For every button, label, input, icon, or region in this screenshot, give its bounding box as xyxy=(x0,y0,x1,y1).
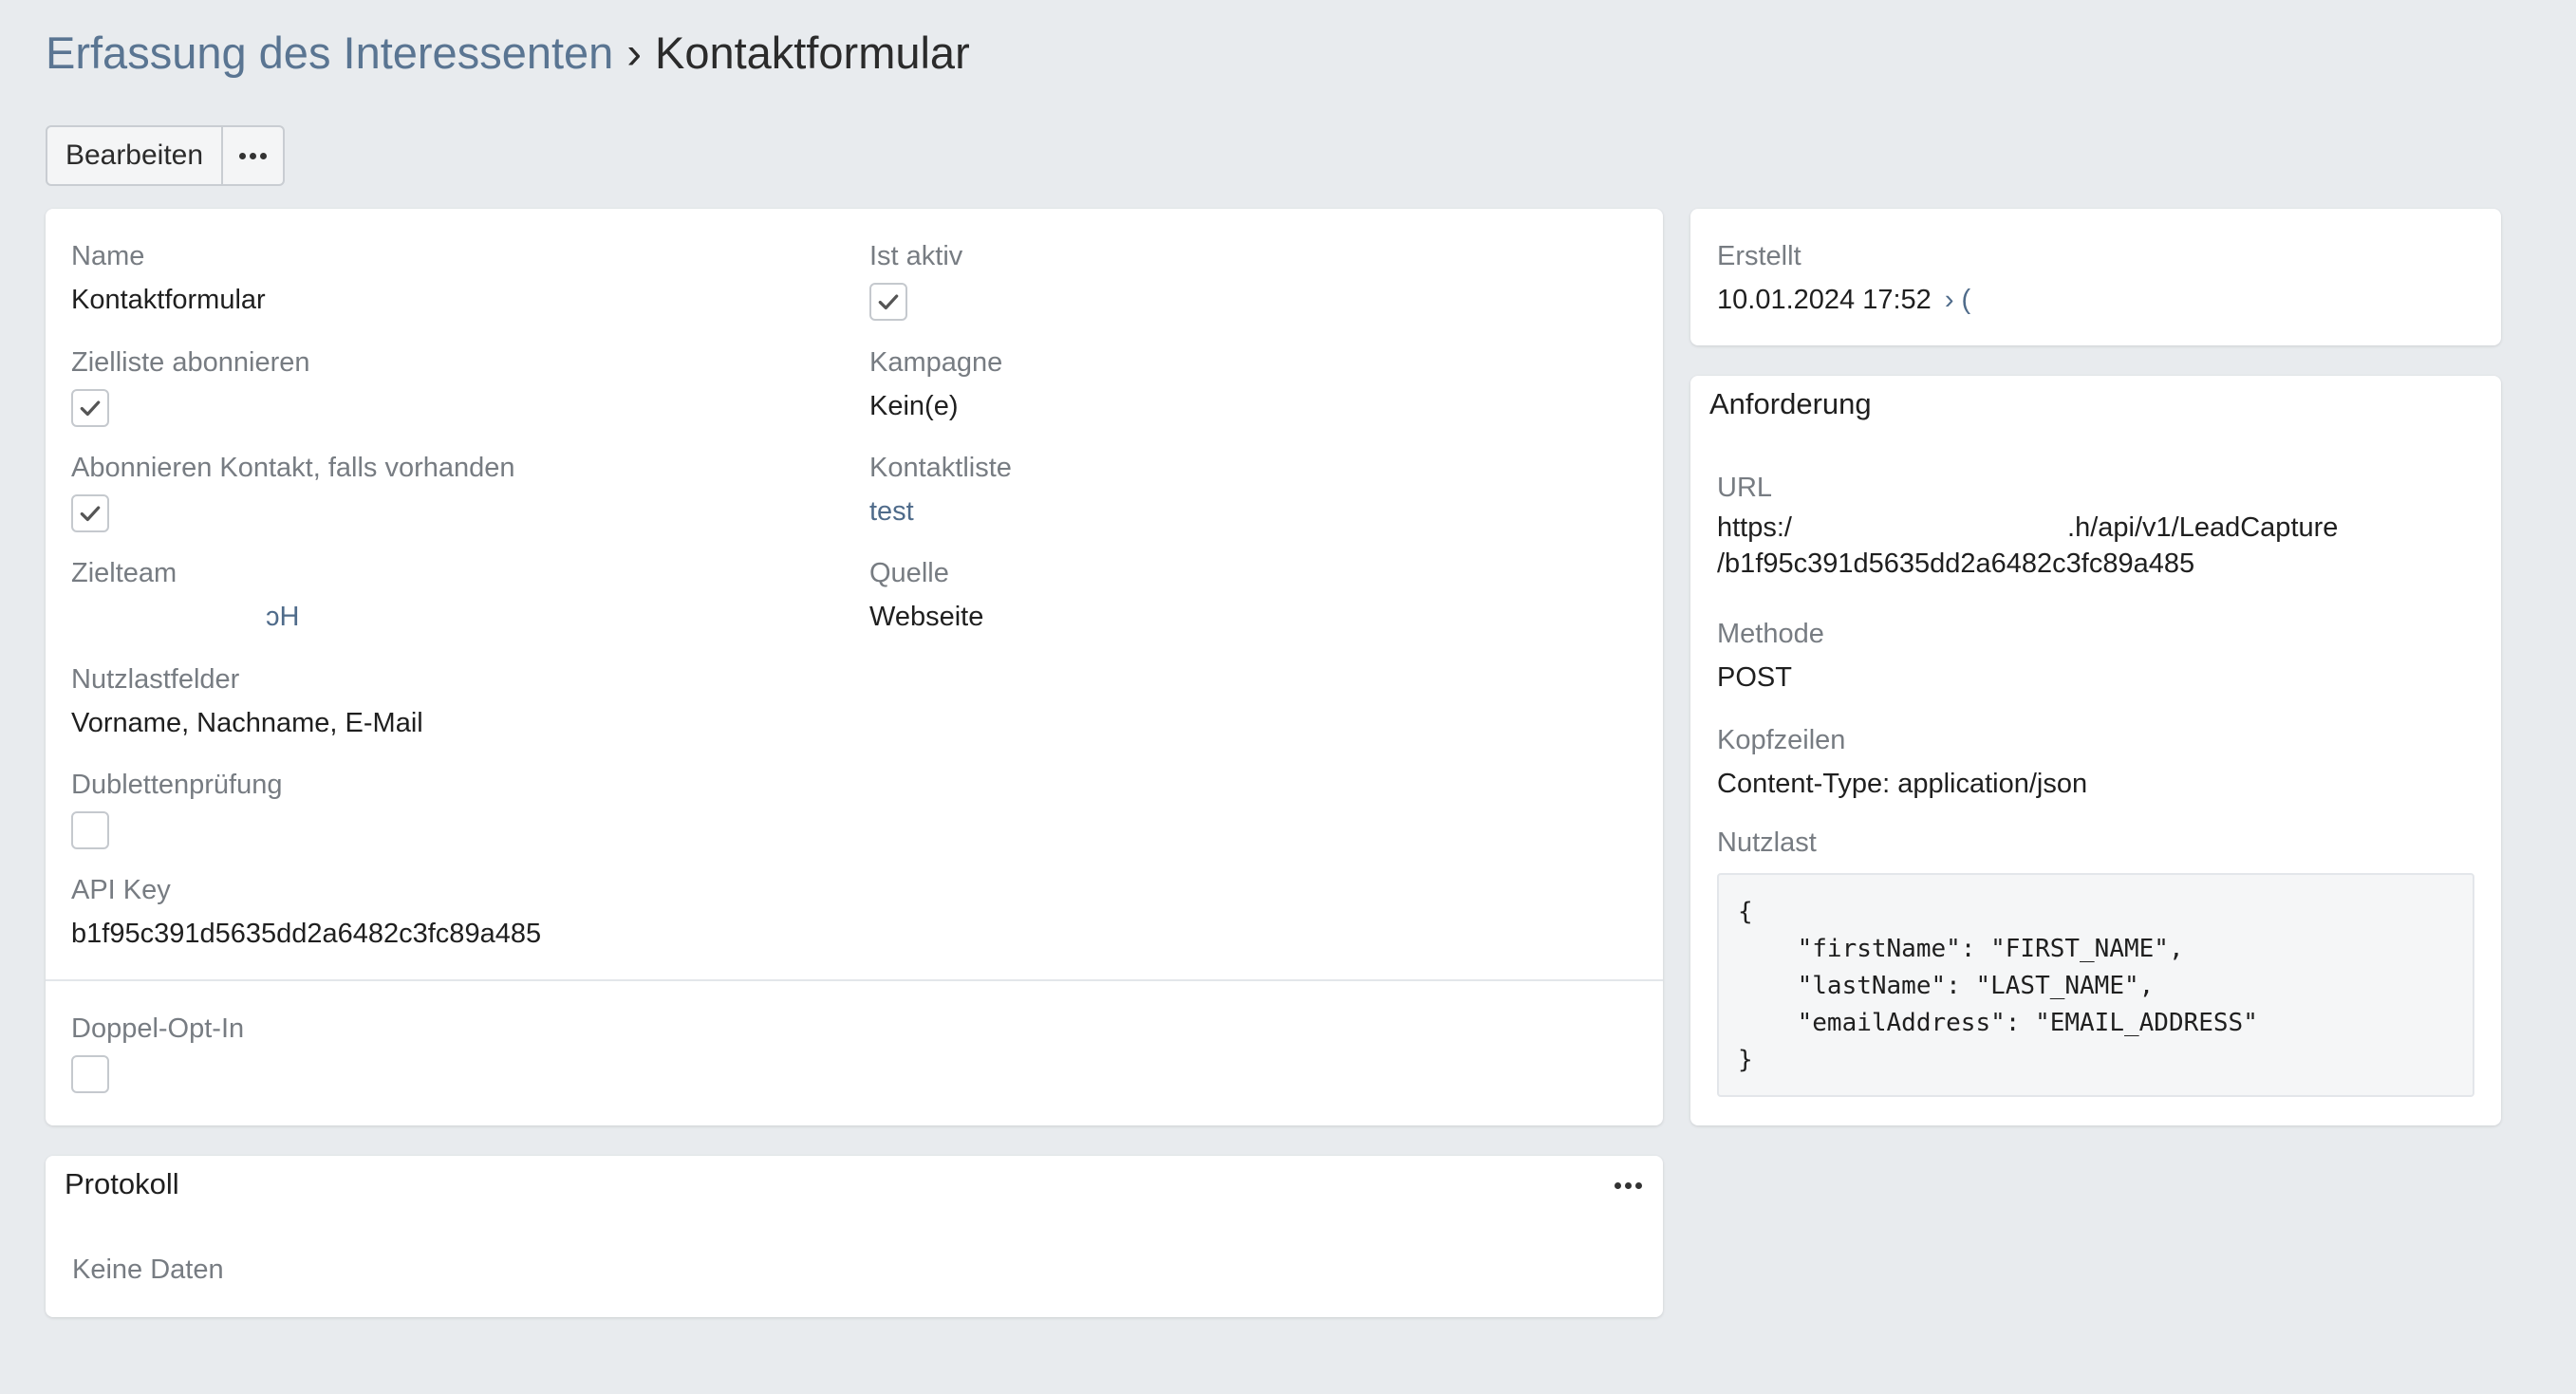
field-subscribe-target-list: Zielliste abonnieren xyxy=(71,345,309,427)
field-value: POST xyxy=(1717,662,1792,693)
field-contact-list: Kontaktliste test xyxy=(869,451,1012,529)
log-panel-title: Protokoll xyxy=(65,1167,179,1200)
checkmark-icon xyxy=(878,294,899,310)
field-label: Nutzlast xyxy=(1717,827,1817,858)
created-by-user-link[interactable]: › ( xyxy=(1945,285,1970,315)
field-label: Abonnieren Kontakt, falls vorhanden xyxy=(71,453,515,483)
field-value: Vorname, Nachname, E-Mail xyxy=(71,708,423,738)
divider xyxy=(46,979,1663,981)
field-label: Kopfzeilen xyxy=(1717,725,1846,755)
field-label: Quelle xyxy=(869,558,949,588)
field-label: Dublettenprüfung xyxy=(71,770,283,800)
breadcrumb: Erfassung des Interessenten › Kontaktformu… xyxy=(46,23,970,84)
field-payload: Nutzlast xyxy=(1717,826,1817,860)
payload-code-block: { "firstName": "FIRST_NAME", "lastName":… xyxy=(1717,873,2474,1097)
checkmark-icon xyxy=(80,400,101,417)
field-target-team: Zielteam ɔH xyxy=(71,556,299,634)
field-label: Kampagne xyxy=(869,347,1003,378)
field-label: URL xyxy=(1717,473,1773,503)
field-label: Methode xyxy=(1717,619,1824,649)
log-empty-text: Keine Daten xyxy=(72,1255,224,1285)
field-value: 10.01.2024 17:52 › ( xyxy=(1717,283,1970,317)
is-active-checkbox[interactable] xyxy=(869,283,907,321)
ellipsis-icon xyxy=(239,152,267,159)
field-value: Kein(e) xyxy=(869,391,959,421)
toolbar: Bearbeiten xyxy=(46,125,285,186)
log-panel: Protokoll Keine Daten xyxy=(46,1156,1663,1317)
page-title: Kontaktformular xyxy=(654,28,970,78)
field-subscribe-contact: Abonnieren Kontakt, falls vorhanden xyxy=(71,451,515,532)
field-value: Webseite xyxy=(869,602,984,632)
breadcrumb-parent-link[interactable]: Erfassung des Interessenten xyxy=(46,28,613,78)
field-duplicate-check: Dublettenprüfung xyxy=(71,768,283,849)
request-panel: Anforderung URL https:/ .h/api/v1/LeadCa… xyxy=(1690,376,2501,1125)
more-actions-button[interactable] xyxy=(223,125,285,186)
field-label: Erstellt xyxy=(1717,241,1801,271)
field-method: Methode POST xyxy=(1717,617,1824,695)
ellipsis-icon xyxy=(1615,1182,1642,1189)
field-is-active: Ist aktiv xyxy=(869,239,962,321)
created-date: 10.01.2024 17:52 xyxy=(1717,285,1932,315)
checkmark-icon xyxy=(80,506,101,522)
edit-button[interactable]: Bearbeiten xyxy=(46,125,223,186)
url-line-2: /b1f95c391d5635dd2a6482c3fc89a485 xyxy=(1717,548,2195,579)
detail-panel: Name Kontaktformular Ist aktiv Zielliste… xyxy=(46,209,1663,1125)
created-panel: Erstellt 10.01.2024 17:52 › ( xyxy=(1690,209,2501,345)
field-label: Kontaktliste xyxy=(869,453,1012,483)
request-panel-title: Anforderung xyxy=(1709,387,1872,420)
target-team-link[interactable]: ɔH xyxy=(71,600,299,634)
contact-list-link[interactable]: test xyxy=(869,494,1012,529)
field-double-opt-in: Doppel-Opt-In xyxy=(71,1012,244,1093)
breadcrumb-separator: › xyxy=(626,28,642,78)
field-value: b1f95c391d5635dd2a6482c3fc89a485 xyxy=(71,919,542,949)
field-campaign: Kampagne Kein(e) xyxy=(869,345,1002,423)
log-menu-button[interactable] xyxy=(1615,1182,1642,1189)
field-api-key: API Key b1f95c391d5635dd2a6482c3fc89a485 xyxy=(71,873,541,951)
duplicate-check-checkbox[interactable] xyxy=(71,811,109,849)
subscribe-target-list-checkbox[interactable] xyxy=(71,389,109,427)
field-label: Ist aktiv xyxy=(869,241,963,271)
field-name: Name Kontaktformular xyxy=(71,239,266,317)
field-source: Quelle Webseite xyxy=(869,556,983,634)
field-headers: Kopfzeilen Content-Type: application/jso… xyxy=(1717,723,2087,801)
field-label: API Key xyxy=(71,875,171,905)
field-value: Kontaktformular xyxy=(71,285,266,315)
field-label: Name xyxy=(71,241,145,271)
field-label: Doppel-Opt-In xyxy=(71,1013,245,1044)
field-value: Content-Type: application/json xyxy=(1717,769,2088,799)
field-created: Erstellt 10.01.2024 17:52 › ( xyxy=(1717,239,1970,317)
url-line-1: https:/ .h/api/v1/LeadCapture xyxy=(1717,512,2339,543)
double-opt-in-checkbox[interactable] xyxy=(71,1055,109,1093)
field-label: Zielliste abonnieren xyxy=(71,347,310,378)
field-label: Zielteam xyxy=(71,558,177,588)
field-url: URL https:/ .h/api/v1/LeadCapture /b1f95… xyxy=(1717,471,2338,581)
field-payload-fields: Nutzlastfelder Vorname, Nachname, E-Mail xyxy=(71,662,423,740)
field-label: Nutzlastfelder xyxy=(71,664,240,695)
subscribe-contact-checkbox[interactable] xyxy=(71,494,109,532)
